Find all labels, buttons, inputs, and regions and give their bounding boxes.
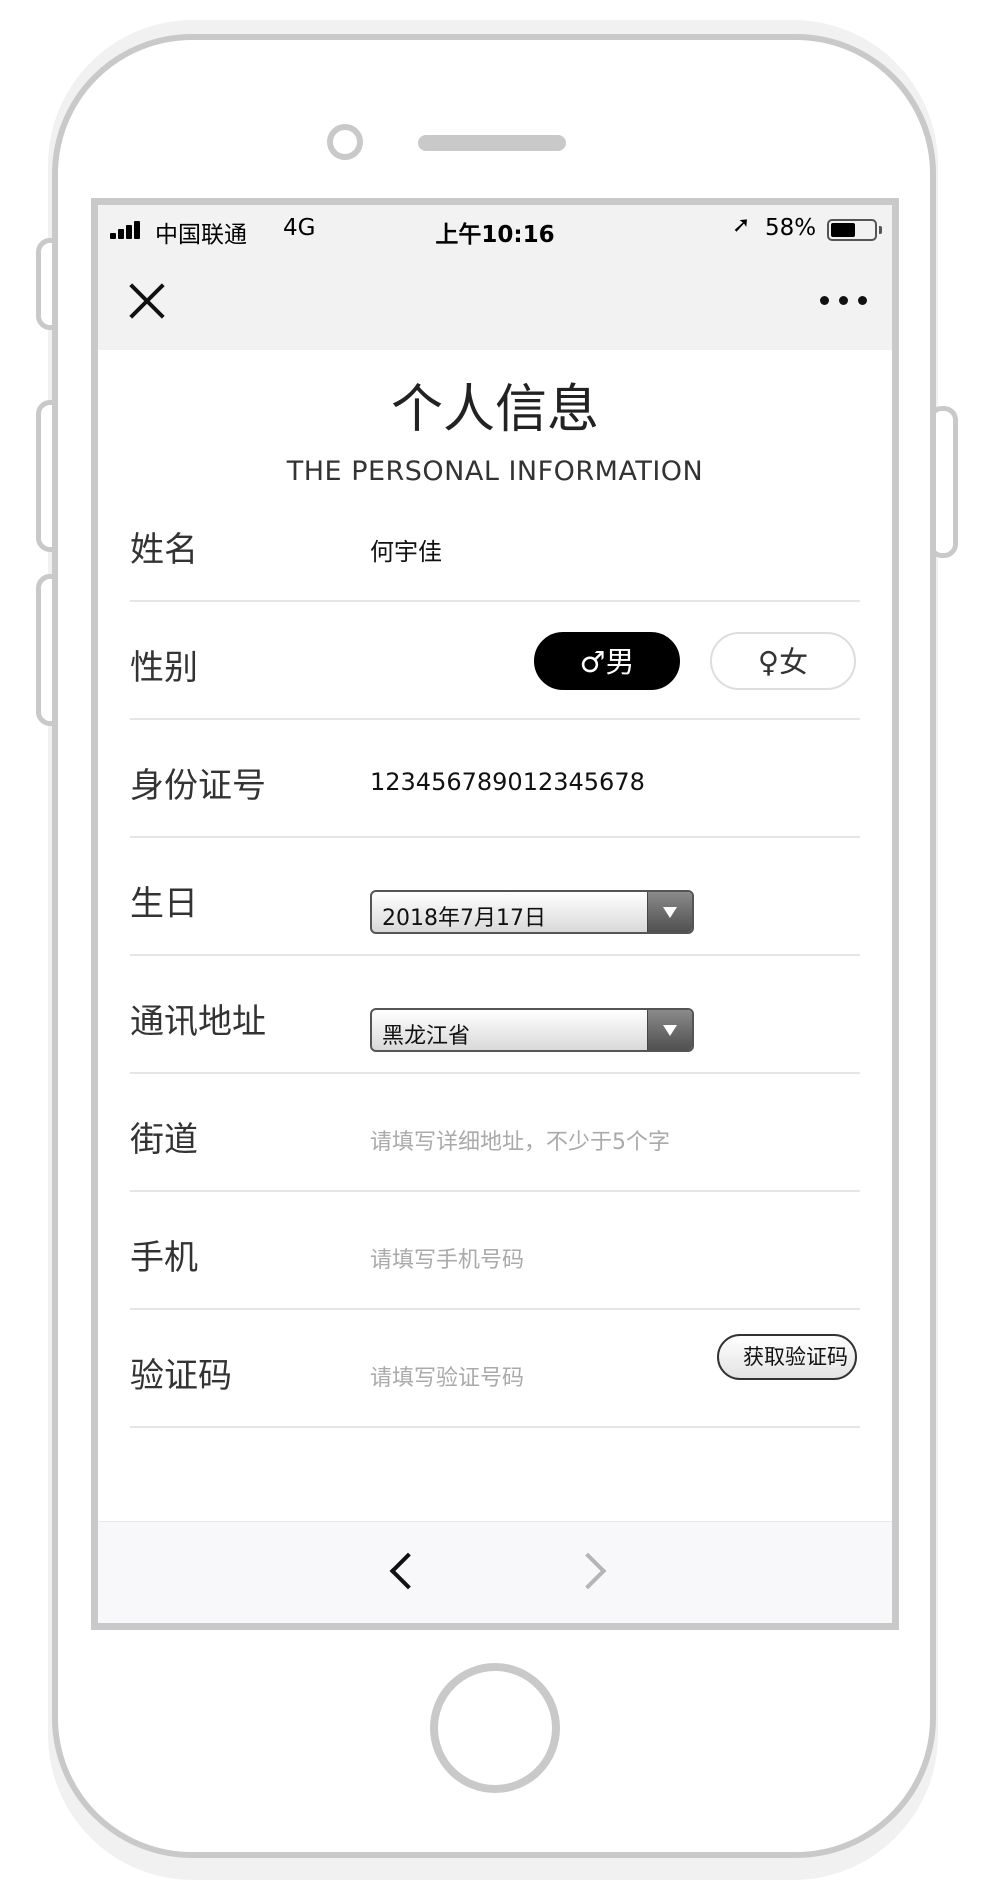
form-row-phone: 手机 请填写手机号码 xyxy=(130,1192,860,1310)
page-subtitle: THE PERSONAL INFORMATION xyxy=(286,456,704,487)
name-label: 姓名 xyxy=(130,530,198,570)
form-row-name: 姓名 何宇佳 xyxy=(130,484,860,602)
battery-tip xyxy=(879,226,882,234)
code-input[interactable]: 请填写验证号码 xyxy=(370,1360,524,1392)
code-label: 验证码 xyxy=(130,1356,232,1396)
form-row-address: 通讯地址 黑龙江省 xyxy=(130,956,860,1074)
province-select[interactable]: 黑龙江省 xyxy=(370,1008,694,1052)
street-input[interactable]: 请填写详细地址，不少于5个字 xyxy=(370,1124,670,1156)
home-button[interactable] xyxy=(430,1663,560,1793)
birthday-value: 2018年7月17日 xyxy=(382,906,546,931)
status-bar: 中国联通 4G 上午10:16 ➚ 58% xyxy=(98,205,892,255)
name-field[interactable]: 何宇佳 xyxy=(370,532,442,567)
bottom-nav-bar xyxy=(98,1521,892,1623)
front-camera xyxy=(327,124,363,160)
form-row-code: 验证码 请填写验证号码 获取验证码 xyxy=(130,1310,860,1428)
top-bar: 中国联通 4G 上午10:16 ➚ 58% xyxy=(98,205,892,350)
battery-icon xyxy=(827,219,877,241)
chevron-left-icon[interactable] xyxy=(389,1552,427,1590)
battery-percent: 58% xyxy=(765,215,817,241)
location-icon: ➚ xyxy=(732,213,751,238)
earpiece-speaker xyxy=(418,135,566,151)
form-row-birthday: 生日 2018年7月17日 xyxy=(130,838,860,956)
form-row-street: 街道 请填写详细地址，不少于5个字 xyxy=(130,1074,860,1192)
gender-male-button[interactable]: ♂男 xyxy=(534,632,680,690)
province-value: 黑龙江省 xyxy=(382,1024,471,1049)
close-icon[interactable] xyxy=(128,282,166,320)
get-code-button[interactable]: 获取验证码 xyxy=(717,1334,857,1380)
birthday-select[interactable]: 2018年7月17日 xyxy=(370,890,694,934)
chevron-down-icon xyxy=(647,1010,692,1050)
birthday-label: 生日 xyxy=(130,884,198,924)
id-number-field[interactable]: 123456789012345678 xyxy=(370,768,645,796)
street-label: 街道 xyxy=(130,1120,198,1160)
phone-input[interactable]: 请填写手机号码 xyxy=(370,1242,524,1274)
phone-label: 手机 xyxy=(130,1238,198,1278)
gender-label: 性别 xyxy=(130,648,198,688)
gender-female-button[interactable]: ♀女 xyxy=(710,632,856,690)
page-title: 个人信息 xyxy=(390,380,599,440)
chevron-down-icon xyxy=(647,892,692,932)
chevron-right-icon[interactable] xyxy=(569,1552,607,1590)
id-number-label: 身份证号 xyxy=(130,766,266,806)
address-label: 通讯地址 xyxy=(130,1002,266,1042)
more-icon[interactable] xyxy=(820,296,868,306)
phone-screen: 中国联通 4G 上午10:16 ➚ 58% 个人信息 THE PERSONAL … xyxy=(91,198,899,1630)
form-row-id: 身份证号 123456789012345678 xyxy=(130,720,860,838)
form-row-gender: 性别 ♂男 ♀女 xyxy=(130,602,860,720)
